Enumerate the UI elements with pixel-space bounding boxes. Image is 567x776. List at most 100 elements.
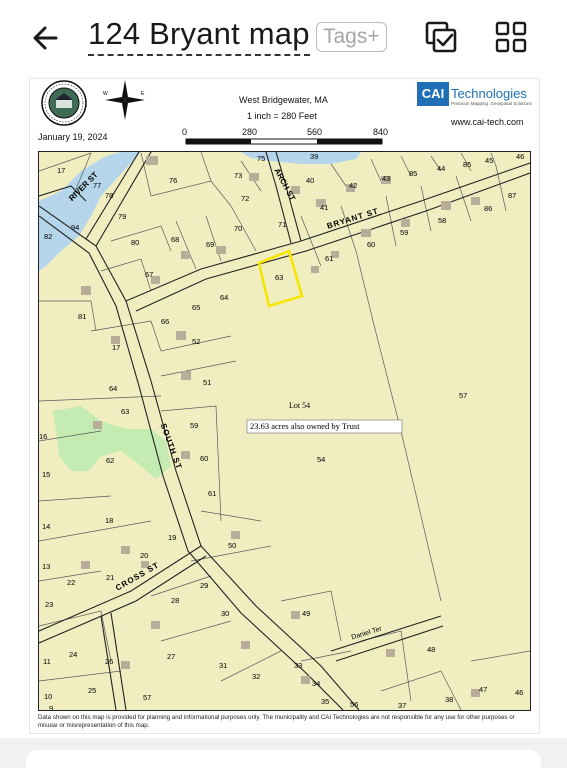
parcel-label: 28 <box>171 596 180 605</box>
parcel-label: 23 <box>45 600 54 609</box>
scale-bar <box>185 138 383 145</box>
parcel-label: 78 <box>105 191 114 200</box>
parcel-label: 32 <box>252 672 261 681</box>
parcel-label: 77 <box>93 181 102 190</box>
svg-text:E: E <box>141 91 145 97</box>
parcel-label: 29 <box>200 581 209 590</box>
map-date: January 19, 2024 <box>38 132 108 142</box>
parcel-label: 60 <box>200 454 209 463</box>
parcel-label: 62 <box>106 456 115 465</box>
acreage-note: 23.63 acres also owned by Trust <box>250 421 360 431</box>
parcel-label: 9 <box>49 704 54 711</box>
parcel-label: 68 <box>171 235 180 244</box>
bottom-panel-handle[interactable] <box>26 750 541 776</box>
parcel-label: 64 <box>109 384 118 393</box>
parcel-label: 40 <box>306 176 315 185</box>
parcel-label: 43 <box>382 174 391 183</box>
parcel-label: 87 <box>508 191 517 200</box>
parcel-label: 39 <box>310 152 319 161</box>
map-scale-text: 1 inch = 280 Feet <box>247 111 317 121</box>
parcel-label: 17 <box>112 343 121 352</box>
parcel-label: 47 <box>479 685 488 694</box>
cai-tagline: Precision Mapping. Geospatial Solutions <box>451 101 532 106</box>
parcel-label: 22 <box>67 578 76 587</box>
scale-tick-280: 280 <box>242 127 258 137</box>
cai-logo: CAI <box>417 82 449 106</box>
parcel-label: 57 <box>143 693 152 702</box>
parcel-label: 63 <box>121 407 130 416</box>
scale-tick-0: 0 <box>182 127 188 137</box>
grid-icon[interactable] <box>494 20 528 54</box>
parcel-label: 11 <box>43 657 51 666</box>
parcel-label: 48 <box>427 645 436 654</box>
tags-button[interactable]: Tags+ <box>316 22 387 52</box>
parcel-label: 85 <box>409 169 418 178</box>
parcel-label: 44 <box>437 164 446 173</box>
parcel-label: 94 <box>71 223 80 232</box>
parcel-label: 51 <box>203 378 212 387</box>
parcel-label: 27 <box>167 652 176 661</box>
parcel-label: 50 <box>228 541 237 550</box>
parcel-label: 24 <box>69 650 78 659</box>
parcel-label: 80 <box>131 238 140 247</box>
parcel-label: 31 <box>219 661 228 670</box>
lot-54-label: Lot 54 <box>289 401 311 410</box>
parcel-label: 61 <box>325 254 334 263</box>
bottom-panel <box>0 738 567 776</box>
cai-brand-name: Technologies <box>451 86 527 101</box>
parcel-label: 46 <box>516 152 525 161</box>
parcel-label: 19 <box>168 533 177 542</box>
town-seal-logo <box>41 80 87 126</box>
parcel-label: 18 <box>105 516 114 525</box>
parcel-label: 65 <box>192 303 201 312</box>
parcel-label: 15 <box>42 470 51 479</box>
parcel-label: 70 <box>234 224 243 233</box>
parcel-label: 10 <box>44 692 53 701</box>
parcel-label: 35 <box>321 697 330 706</box>
parcel-label: 37 <box>398 701 407 710</box>
scale-tick-560: 560 <box>307 127 323 137</box>
parcel-label: 86 <box>484 204 493 213</box>
scale-tick-840: 840 <box>373 127 389 137</box>
parcel-label: 81 <box>78 312 87 321</box>
parcel-map[interactable]: RIVER ST ARCH ST BRYANT ST SOUTH ST CROS… <box>38 151 531 711</box>
parcel-label: 75 <box>257 154 266 163</box>
parcel-label: 79 <box>118 212 127 221</box>
parcel-label: 17 <box>57 166 66 175</box>
cai-website[interactable]: www.cai-tech.com <box>451 117 524 127</box>
parcel-label: 67 <box>145 270 154 279</box>
parcel-label: 46 <box>515 688 524 697</box>
parcel-label: 34 <box>312 679 321 688</box>
parcel-label: 59 <box>400 228 409 237</box>
parcel-label: 33 <box>294 661 303 670</box>
north-arrow-icon: E W <box>103 80 145 120</box>
parcel-label: 41 <box>320 203 329 212</box>
parcel-label: 21 <box>106 573 115 582</box>
parcel-label: 82 <box>44 232 53 241</box>
parcel-label: 14 <box>42 522 51 531</box>
parcel-label: 58 <box>438 216 447 225</box>
parcel-label: 64 <box>220 293 229 302</box>
back-arrow-icon[interactable] <box>28 20 64 56</box>
parcel-label: 16 <box>39 432 48 441</box>
parcel-label: 71 <box>278 220 287 229</box>
parcel-label: 54 <box>317 455 326 464</box>
parcel-label: 59 <box>190 421 199 430</box>
parcel-label: 72 <box>241 194 250 203</box>
map-disclaimer: Data shown on this map is provided for p… <box>38 714 515 729</box>
parcel-label: 66 <box>161 317 170 326</box>
parcel-label: 45 <box>485 156 494 165</box>
parcel-label: 26 <box>105 657 114 666</box>
parcel-label: 52 <box>192 337 201 346</box>
copy-check-icon[interactable] <box>424 20 458 54</box>
parcel-label: 69 <box>206 240 215 249</box>
parcel-label: 38 <box>445 695 454 704</box>
parcel-label: 63 <box>275 273 284 282</box>
parcel-label: 25 <box>88 686 97 695</box>
parcel-label: 42 <box>349 181 358 190</box>
parcel-label: 60 <box>367 240 376 249</box>
page-title: 124 Bryant map <box>88 16 310 56</box>
parcel-label: 30 <box>221 609 230 618</box>
map-location: West Bridgewater, MA <box>239 95 328 105</box>
svg-text:W: W <box>103 91 108 97</box>
